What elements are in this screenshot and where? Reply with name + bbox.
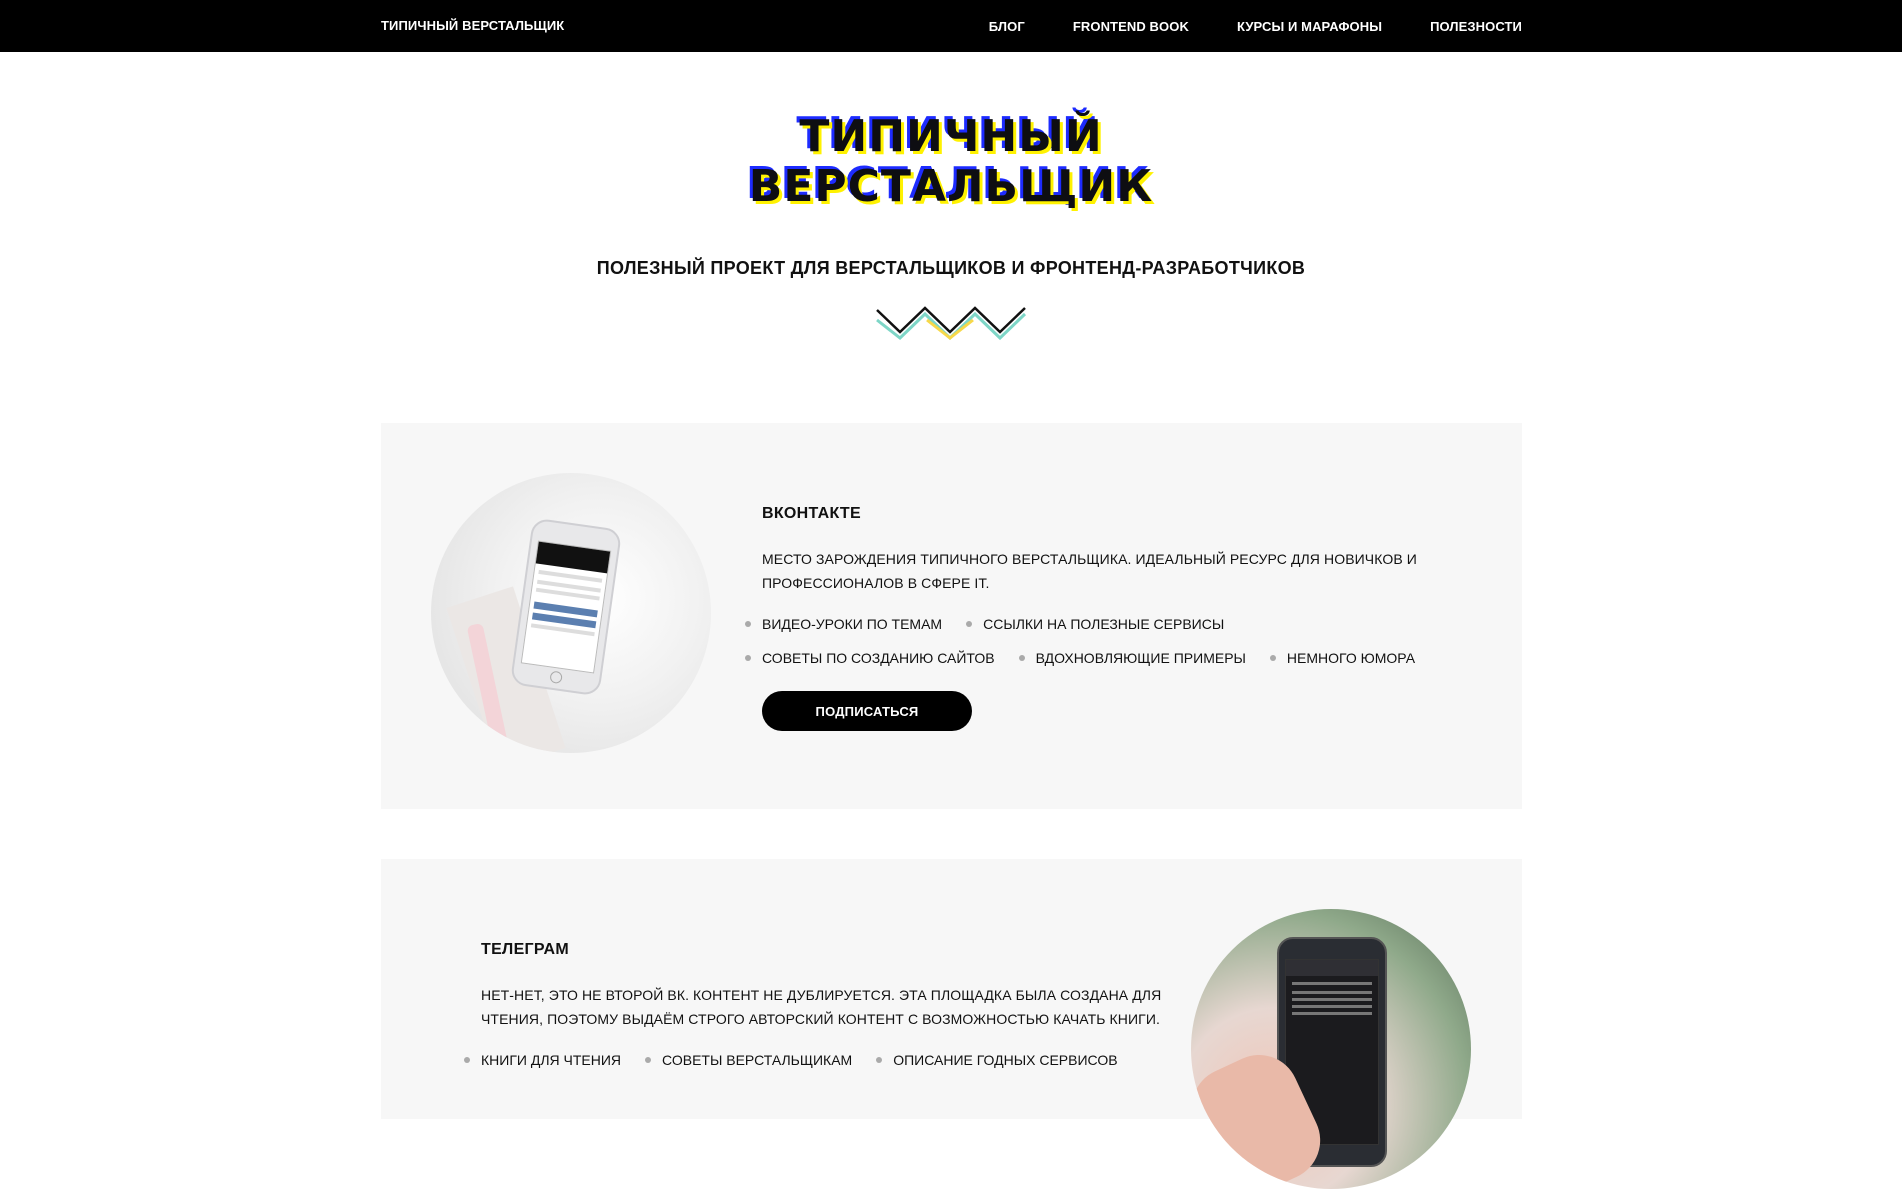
vk-tag: СОВЕТЫ ПО СОЗДАНИЮ САЙТОВ bbox=[745, 647, 995, 669]
subscribe-button[interactable]: ПОДПИСАТЬСЯ bbox=[762, 691, 972, 731]
telegram-card: ТЕЛЕГРАМ НЕТ-НЕТ, ЭТО НЕ ВТОРОЙ ВК. КОНТ… bbox=[381, 859, 1522, 1189]
phone-screen bbox=[520, 540, 612, 674]
nav-item-courses[interactable]: КУРСЫ И МАРАФОНЫ bbox=[1237, 19, 1382, 34]
nav-item-frontend-book[interactable]: FRONTEND BOOK bbox=[1073, 19, 1189, 34]
logo-line-1: ТИПИЧНЫЙ bbox=[799, 111, 1103, 162]
screen-header bbox=[1286, 960, 1378, 976]
phone-mockup bbox=[509, 517, 623, 697]
telegram-tag-list: КНИГИ ДЛЯ ЧТЕНИЯ СОВЕТЫ ВЕРСТАЛЬЩИКАМ ОП… bbox=[464, 1049, 1164, 1071]
screen-line bbox=[1292, 1012, 1372, 1015]
zigzag-divider-icon bbox=[876, 306, 1027, 341]
screen-header bbox=[535, 541, 611, 574]
vk-tag: НЕМНОГО ЮМОРА bbox=[1269, 647, 1415, 669]
screen-line bbox=[1292, 998, 1372, 1001]
telegram-description: НЕТ-НЕТ, ЭТО НЕ ВТОРОЙ ВК. КОНТЕНТ НЕ ДУ… bbox=[481, 987, 1162, 1027]
home-button-icon bbox=[549, 670, 563, 685]
hero-tagline: ПОЛЕЗНЫЙ ПРОЕКТ ДЛЯ ВЕРСТАЛЬЩИКОВ И ФРОН… bbox=[596, 258, 1306, 278]
screen-line bbox=[1292, 1005, 1372, 1008]
screen-line bbox=[1292, 991, 1372, 994]
vk-tag-list: ВИДЕО-УРОКИ ПО ТЕМАМ ССЫЛКИ НА ПОЛЕЗНЫЕ … bbox=[745, 613, 1445, 669]
vk-title: ВКОНТАКТЕ bbox=[762, 505, 861, 522]
logo-line-2: ВЕРСТАЛЬЩИК bbox=[748, 161, 1154, 212]
main-nav: БЛОГ FRONTEND BOOK КУРСЫ И МАРАФОНЫ ПОЛЕ… bbox=[989, 0, 1522, 52]
vk-tag: ВИДЕО-УРОКИ ПО ТЕМАМ bbox=[745, 613, 942, 635]
vk-phone-image bbox=[431, 473, 711, 753]
top-navbar: ТИПИЧНЫЙ ВЕРСТАЛЬЩИК БЛОГ FRONTEND BOOK … bbox=[0, 0, 1902, 52]
telegram-title: ТЕЛЕГРАМ bbox=[481, 941, 569, 958]
screen-line bbox=[1292, 982, 1372, 985]
telegram-phone-image bbox=[1191, 909, 1471, 1189]
vk-description: МЕСТО ЗАРОЖДЕНИЯ ТИПИЧНОГО ВЕРСТАЛЬЩИКА.… bbox=[762, 551, 1417, 591]
telegram-tag: СОВЕТЫ ВЕРСТАЛЬЩИКАМ bbox=[645, 1049, 852, 1071]
nav-item-blog[interactable]: БЛОГ bbox=[989, 19, 1025, 34]
nav-item-useful[interactable]: ПОЛЕЗНОСТИ bbox=[1430, 19, 1522, 34]
telegram-tag: ОПИСАНИЕ ГОДНЫХ СЕРВИСОВ bbox=[876, 1049, 1118, 1071]
brand-link[interactable]: ТИПИЧНЫЙ ВЕРСТАЛЬЩИК bbox=[381, 0, 564, 52]
telegram-tag: КНИГИ ДЛЯ ЧТЕНИЯ bbox=[464, 1049, 621, 1071]
site-logo: ТИПИЧНЫЙ ВЕРСТАЛЬЩИК bbox=[0, 112, 1902, 212]
vk-tag: ССЫЛКИ НА ПОЛЕЗНЫЕ СЕРВИСЫ bbox=[966, 613, 1224, 635]
vk-tag: ВДОХНОВЛЯЮЩИЕ ПРИМЕРЫ bbox=[1018, 647, 1246, 669]
vk-card: ВКОНТАКТЕ МЕСТО ЗАРОЖДЕНИЯ ТИПИЧНОГО ВЕР… bbox=[381, 423, 1522, 809]
